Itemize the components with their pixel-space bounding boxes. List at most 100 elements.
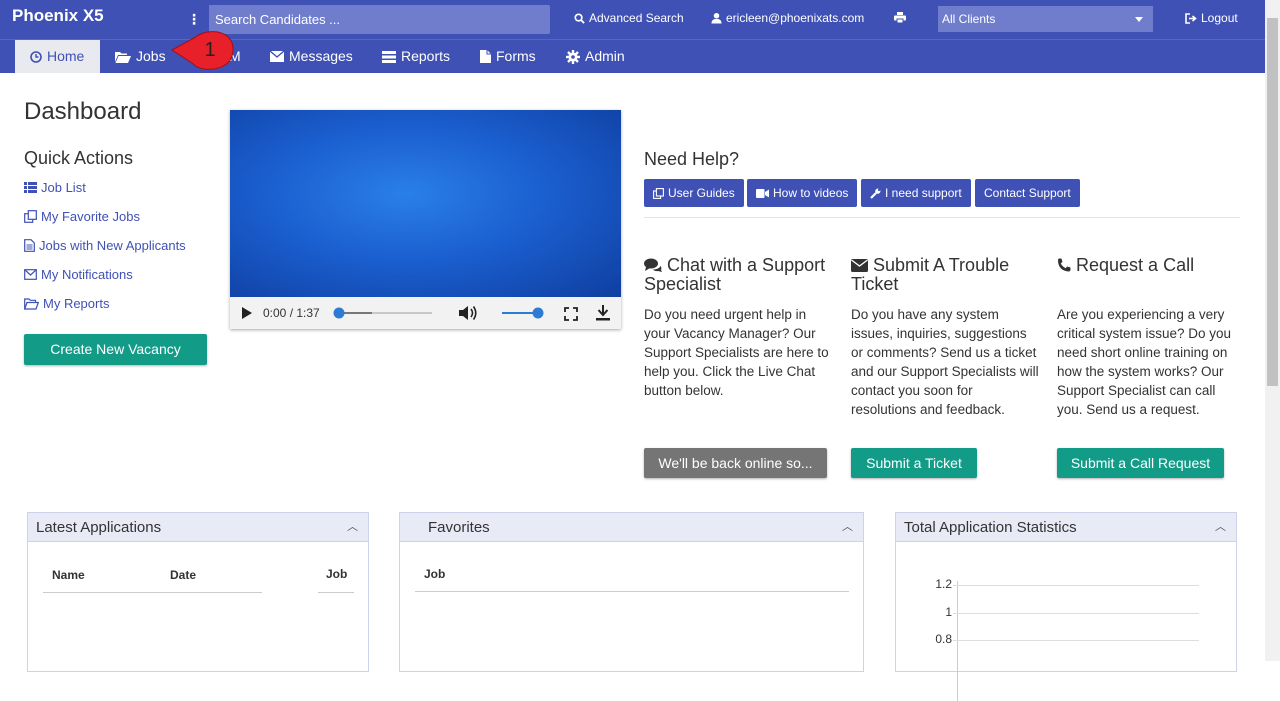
volume-icon[interactable]: [458, 305, 478, 321]
create-vacancy-button[interactable]: Create New Vacancy: [24, 334, 207, 365]
request-call-title: Request a Call: [1057, 256, 1247, 275]
nav-home[interactable]: Home: [15, 40, 100, 73]
quick-action-label: My Reports: [43, 296, 110, 311]
gridline: [953, 612, 1199, 614]
y-tick-label: 1.2: [935, 577, 952, 591]
request-call-title-text: Request a Call: [1076, 255, 1195, 275]
nav-admin-label: Admin: [585, 48, 625, 64]
user-menu[interactable]: ericleen@phoenixats.com: [711, 11, 864, 25]
logout-icon: [1185, 12, 1197, 24]
page-title: Dashboard: [24, 98, 142, 125]
fullscreen-icon[interactable]: [564, 307, 578, 321]
panel-header[interactable]: Favorites ︿: [400, 513, 863, 542]
contact-support-label: Contact Support: [984, 186, 1071, 200]
y-tick-label: 1: [945, 604, 952, 619]
advanced-search-link[interactable]: Advanced Search: [574, 11, 684, 25]
folder-open-icon: [115, 51, 131, 63]
panel-title: Latest Applications: [36, 519, 162, 536]
panel-title: Favorites: [428, 519, 490, 536]
seek-bar[interactable]: [332, 306, 434, 320]
print-button[interactable]: [894, 12, 906, 23]
live-chat-button[interactable]: We'll be back online so...: [644, 448, 827, 478]
column-header-date[interactable]: Date: [170, 568, 196, 582]
logout-link[interactable]: Logout: [1185, 11, 1238, 25]
copy-icon: [24, 210, 37, 223]
panel-header[interactable]: Total Application Statistics ︿: [896, 513, 1236, 542]
quick-action-favorite-jobs[interactable]: My Favorite Jobs: [24, 209, 140, 224]
quick-action-job-list[interactable]: Job List: [24, 180, 86, 195]
quick-action-new-applicants[interactable]: Jobs with New Applicants: [24, 238, 186, 253]
header-divider: [318, 592, 354, 593]
user-icon: [711, 12, 722, 24]
copy-icon: [653, 187, 664, 199]
quick-action-label: My Notifications: [41, 267, 133, 282]
volume-slider[interactable]: [500, 306, 546, 320]
video-camera-icon: [756, 188, 769, 198]
envelope-icon: [270, 51, 284, 62]
column-header-job[interactable]: Job: [424, 567, 445, 581]
quick-action-label: Job List: [41, 180, 86, 195]
annotation-number: 1: [204, 39, 215, 61]
envelope-icon: [851, 259, 868, 272]
list-icon: [382, 50, 396, 63]
nav-messages[interactable]: Messages: [270, 40, 353, 73]
trouble-ticket-title: Submit A Trouble Ticket: [851, 256, 1041, 294]
chat-support-title-text: Chat with a Support Specialist: [644, 255, 826, 294]
gear-icon: [566, 49, 580, 64]
latest-applications-panel: Latest Applications ︿ Name Date Job: [27, 512, 369, 672]
y-tick-label: 0.8: [935, 632, 952, 646]
submit-ticket-button[interactable]: Submit a Ticket: [851, 448, 977, 478]
video-controls: 0:00 / 1:37: [230, 297, 621, 329]
folder-open-icon: [24, 297, 39, 310]
search-icon: [574, 12, 585, 24]
search-input[interactable]: [209, 5, 550, 34]
header-divider: [43, 592, 262, 593]
nav-reports[interactable]: Reports: [382, 40, 450, 73]
page-scrollbar[interactable]: [1265, 0, 1280, 661]
phone-icon: [1058, 258, 1071, 272]
request-call-body: Are you experiencing a very critical sys…: [1057, 307, 1232, 417]
quick-action-label: Jobs with New Applicants: [39, 238, 186, 253]
nav-messages-label: Messages: [289, 48, 353, 64]
chat-support-title: Chat with a Support Specialist: [644, 256, 834, 294]
quick-action-notifications[interactable]: My Notifications: [24, 267, 133, 282]
scrollbar-thumb[interactable]: [1267, 18, 1278, 386]
divider: [644, 217, 1240, 218]
client-select[interactable]: All Clients: [938, 6, 1153, 32]
chevron-down-icon: [1135, 17, 1143, 22]
chevron-up-icon[interactable]: ︿: [347, 513, 358, 542]
trouble-ticket-title-text: Submit A Trouble Ticket: [851, 255, 1010, 294]
nav-forms-label: Forms: [496, 48, 536, 64]
contact-support-button[interactable]: Contact Support: [975, 179, 1080, 207]
nav-forms[interactable]: Forms: [480, 40, 536, 73]
video-time: 0:00 / 1:37: [263, 306, 320, 320]
gridline: [953, 640, 1199, 641]
brand-logo[interactable]: Phoenix X5: [12, 6, 104, 26]
video-screen[interactable]: [230, 110, 621, 297]
submit-call-request-button[interactable]: Submit a Call Request: [1057, 448, 1224, 478]
play-icon[interactable]: [241, 306, 253, 320]
user-guides-button[interactable]: User Guides: [644, 179, 744, 207]
nav-admin[interactable]: Admin: [566, 40, 625, 73]
video-player[interactable]: 0:00 / 1:37: [230, 110, 621, 329]
chevron-up-icon[interactable]: ︿: [842, 513, 853, 542]
chevron-up-icon[interactable]: ︿: [1215, 513, 1226, 542]
column-header-job[interactable]: Job: [326, 567, 347, 581]
nav-jobs-label: Jobs: [136, 48, 166, 64]
envelope-icon: [24, 269, 37, 280]
clock-icon: [30, 50, 42, 63]
nav-jobs[interactable]: Jobs: [115, 40, 166, 73]
gridline: [953, 585, 1199, 586]
how-to-videos-button[interactable]: How to videos: [747, 179, 858, 207]
how-to-videos-label: How to videos: [773, 186, 849, 200]
need-support-button[interactable]: I need support: [861, 179, 971, 207]
chat-support-body: Do you need urgent help in your Vacancy …: [644, 307, 829, 398]
quick-action-reports[interactable]: My Reports: [24, 296, 109, 311]
column-header-name[interactable]: Name: [52, 568, 85, 582]
download-icon[interactable]: [596, 305, 610, 321]
list-icon: [24, 182, 37, 193]
file-icon: [480, 50, 491, 63]
quick-action-label: My Favorite Jobs: [41, 209, 140, 224]
panel-header[interactable]: Latest Applications ︿: [28, 513, 368, 542]
trouble-ticket-body: Do you have any system issues, inquiries…: [851, 307, 1039, 417]
